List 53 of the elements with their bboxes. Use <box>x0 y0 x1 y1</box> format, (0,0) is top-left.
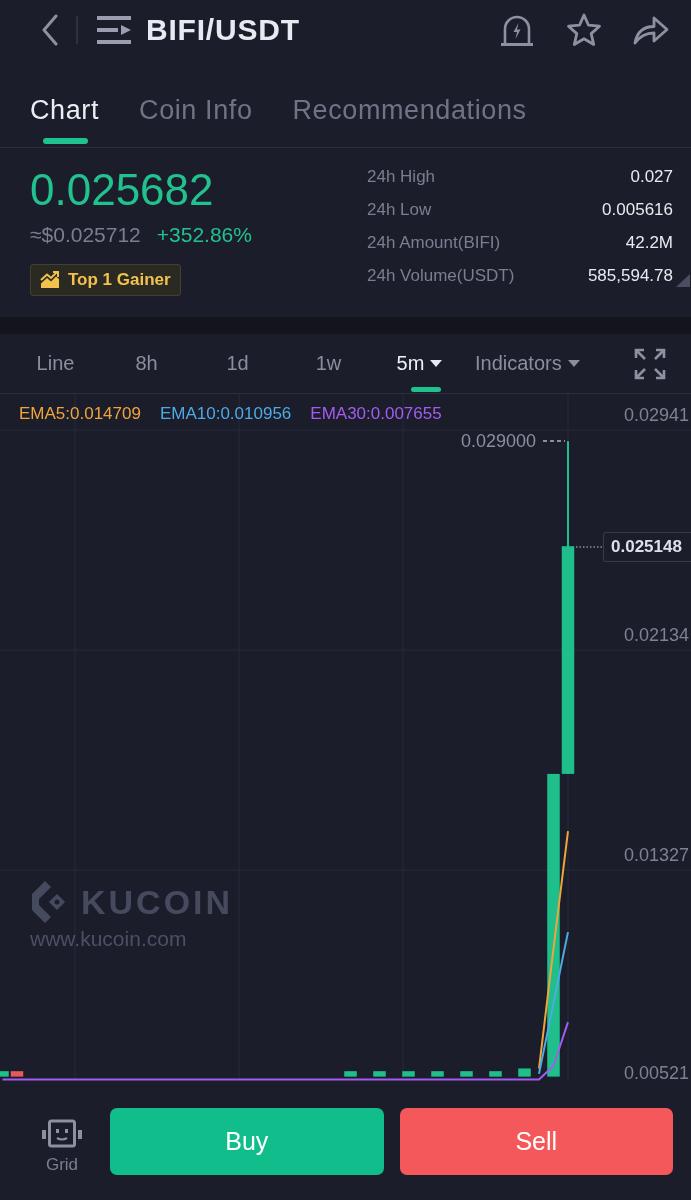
candle <box>431 1071 444 1077</box>
candle <box>344 1071 357 1077</box>
robot-icon <box>42 1118 82 1149</box>
legend-label: EMA5:0.014709 <box>19 403 141 425</box>
back-button[interactable] <box>40 14 60 46</box>
badge-label: Top 1 Gainer <box>68 270 171 290</box>
high-price-label: 0.029000 <box>460 430 536 452</box>
interval-tab[interactable]: Line <box>10 334 101 393</box>
leader-line <box>542 440 566 442</box>
menu-icon[interactable] <box>97 15 131 45</box>
stat-label: 24h Volume(USDT) <box>367 265 516 287</box>
tab[interactable]: Coin Info <box>139 60 253 147</box>
last-price-tag: 0.025148 <box>603 532 691 562</box>
price-change: +352.86% <box>156 222 252 248</box>
candle <box>373 1071 386 1077</box>
axis-label: 0.02134 <box>623 624 689 647</box>
alarm-light-icon[interactable] <box>499 13 535 47</box>
interval-tab[interactable]: 5m <box>374 334 465 393</box>
axis-label: 0.00521 <box>623 1062 689 1084</box>
stat-label: 24h High <box>367 166 437 188</box>
axis-label: 0.02941 <box>623 404 689 426</box>
last-price: 0.025682 <box>30 164 214 216</box>
trend-up-icon <box>40 271 60 289</box>
watermark-url: www.kucoin.com <box>30 927 188 951</box>
stat-value: 42.2M <box>624 232 673 254</box>
interval-tab[interactable]: 1d <box>192 334 283 393</box>
stat-value: 585,594.78 <box>587 265 673 287</box>
axis-label: 0.01327 <box>623 844 689 867</box>
stat-value: 0.027 <box>629 166 673 188</box>
stat-label: 24h Amount(BIFI) <box>367 232 502 254</box>
star-icon[interactable] <box>566 13 602 47</box>
stat-value: 0.005616 <box>601 199 673 221</box>
back-icon <box>40 14 60 46</box>
interval-tab[interactable]: Indicators <box>475 334 580 393</box>
candle <box>518 1068 531 1077</box>
candle <box>460 1071 473 1077</box>
corner-triangle-icon <box>676 274 690 287</box>
tab[interactable]: Chart <box>30 60 100 147</box>
stat-label: 24h Low <box>367 199 433 221</box>
fiat-price: ≈$0.025712 <box>30 222 141 248</box>
sell-button[interactable]: Sell <box>399 1108 673 1175</box>
fullscreen-icon[interactable] <box>634 347 666 380</box>
leader-line <box>575 546 604 548</box>
tab[interactable]: Recommendations <box>292 60 527 147</box>
legend-label: EMA30:0.007655 <box>310 403 442 425</box>
share-icon[interactable] <box>633 15 669 45</box>
grid-button[interactable]: Grid <box>36 1118 88 1175</box>
candle <box>489 1071 502 1077</box>
pair-title: BIFI/USDT <box>146 13 300 47</box>
interval-tab[interactable]: 1w <box>283 334 374 393</box>
candle <box>402 1071 415 1077</box>
legend-label: EMA10:0.010956 <box>159 403 292 425</box>
interval-tab[interactable]: 8h <box>101 334 192 393</box>
